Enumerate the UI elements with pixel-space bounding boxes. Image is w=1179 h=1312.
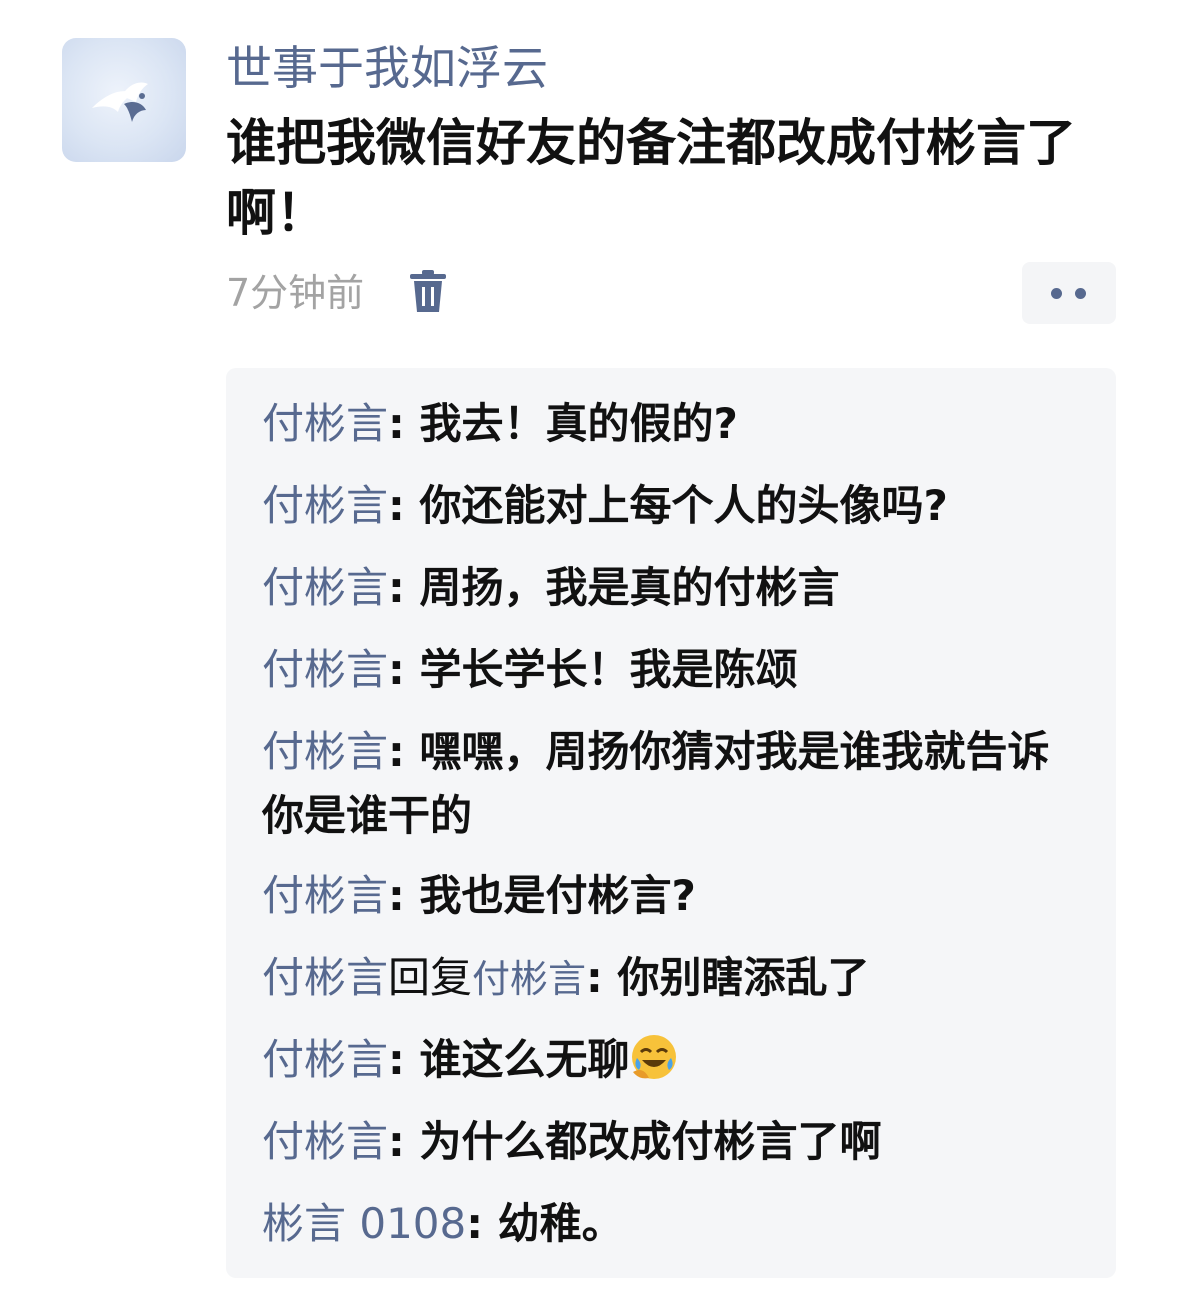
comment-author[interactable]: 付彬言: [262, 953, 388, 1002]
comment-author[interactable]: 付彬言: [262, 481, 388, 530]
comment-item[interactable]: 付彬言: 谁这么无聊: [262, 1028, 1082, 1092]
reply-label: 回复: [388, 953, 473, 1002]
comment-author[interactable]: 付彬言: [262, 563, 388, 612]
bird-icon: [92, 82, 148, 122]
comment-section: 付彬言: 我去！真的假的? 付彬言: 你还能对上每个人的头像吗? 付彬言: 周扬…: [226, 368, 1116, 1278]
comment-separator: :: [388, 1117, 420, 1166]
post-text: 谁把我微信好友的备注都改成付彬言了啊！: [226, 114, 1076, 242]
comment-separator: :: [388, 563, 420, 612]
comment-separator: :: [388, 399, 420, 448]
comment-author[interactable]: 付彬言: [262, 871, 388, 920]
comment-author[interactable]: 付彬言: [262, 727, 388, 776]
comment-text: 你还能对上每个人的头像吗?: [419, 481, 948, 530]
comment-author[interactable]: 付彬言: [262, 1035, 388, 1084]
comment-text: 为什么都改成付彬言了啊: [419, 1117, 882, 1166]
more-dots-icon: [1051, 288, 1062, 299]
comment-separator: :: [388, 1035, 420, 1084]
comment-text: 周扬，我是真的付彬言: [419, 563, 840, 612]
comment-text: 谁这么无聊: [419, 1035, 630, 1084]
comment-author[interactable]: 付彬言: [262, 645, 388, 694]
comment-separator: :: [388, 645, 420, 694]
reply-target[interactable]: 付彬言: [472, 957, 586, 1001]
comment-text: 我也是付彬言?: [419, 871, 696, 920]
comment-item[interactable]: 付彬言: 你还能对上每个人的头像吗?: [262, 474, 1082, 538]
laughing-crying-emoji-icon: [629, 1032, 679, 1082]
comment-item[interactable]: 彬言 0108: 幼稚。: [262, 1192, 1082, 1256]
comment-author[interactable]: 彬言 0108: [262, 1199, 466, 1248]
comment-text: 我去！真的假的?: [419, 399, 738, 448]
more-dots-icon: [1075, 288, 1086, 299]
comment-text: 你别瞎添乱了: [617, 953, 870, 1002]
comment-text: 学长学长！我是陈颂: [419, 645, 798, 694]
comment-author[interactable]: 付彬言: [262, 1117, 388, 1166]
comment-item[interactable]: 付彬言: 我去！真的假的?: [262, 392, 1082, 456]
comment-item[interactable]: 付彬言: 嘿嘿，周扬你猜对我是谁我就告诉你是谁干的: [262, 720, 1082, 848]
comment-item[interactable]: 付彬言: 学长学长！我是陈颂: [262, 638, 1082, 702]
comment-item[interactable]: 付彬言: 我也是付彬言?: [262, 864, 1082, 928]
comment-item[interactable]: 付彬言: 周扬，我是真的付彬言: [262, 556, 1082, 620]
trash-icon[interactable]: [408, 270, 448, 314]
comment-item[interactable]: 付彬言: 为什么都改成付彬言了啊: [262, 1110, 1082, 1174]
comment-separator: :: [388, 481, 420, 530]
comment-item[interactable]: 付彬言回复付彬言: 你别瞎添乱了: [262, 946, 1082, 1011]
comment-separator: :: [466, 1199, 498, 1248]
comment-separator: :: [586, 953, 618, 1002]
comment-separator: :: [388, 871, 420, 920]
more-button[interactable]: [1022, 262, 1116, 324]
comment-text: 幼稚。: [497, 1199, 624, 1248]
post-timestamp: 7分钟前: [226, 271, 365, 315]
avatar[interactable]: [62, 38, 186, 162]
post-author[interactable]: 世事于我如浮云: [226, 38, 548, 98]
comment-author[interactable]: 付彬言: [262, 399, 388, 448]
comment-separator: :: [388, 727, 420, 776]
